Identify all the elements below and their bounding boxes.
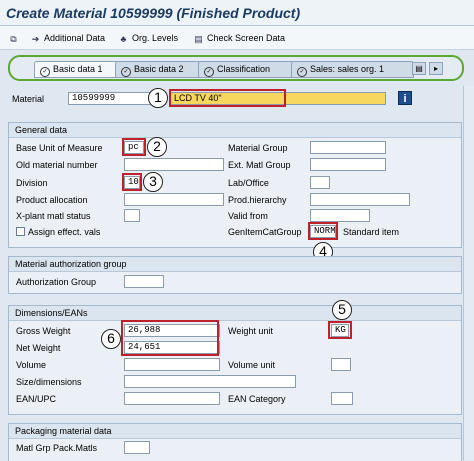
matl-grp-pack-label: Matl Grp Pack.Matls [16,443,98,453]
vertical-scrollbar[interactable] [463,86,474,460]
gross-weight-label: Gross Weight [16,326,71,336]
tab-list-icon: ▤ [415,64,423,73]
net-weight-label: Net Weight [16,343,61,353]
display-change-button[interactable]: ⧉ [8,32,22,44]
volume-label: Volume [16,360,47,370]
group-header: Material authorization group [9,257,461,272]
authorization-group-label: Authorization Group [16,277,97,287]
info-icon[interactable]: i [398,91,412,105]
product-allocation-field[interactable] [124,193,224,206]
callout-1: 1 [148,88,168,108]
weight-unit-label: Weight unit [228,326,273,336]
lab-office-label: Lab/Office [228,178,269,188]
highlight-box [169,89,286,107]
group-header-title: Packaging material data [15,426,112,436]
division-label: Division [16,178,48,188]
check-document-icon: ▤ [194,34,203,44]
volume-unit-label: Volume unit [228,360,276,370]
group-header: Packaging material data [9,424,461,439]
ean-upc-label: EAN/UPC [16,394,57,404]
title-bar: Create Material 10599999 (Finished Produ… [0,0,474,26]
old-material-field[interactable] [124,158,224,171]
group-header: Dimensions/EANs [9,306,461,321]
ean-upc-field[interactable] [124,392,220,405]
display-change-icon: ⧉ [10,34,17,44]
xplant-status-field[interactable] [124,209,140,222]
tab-list-button[interactable]: ▤ [412,62,426,75]
highlight-box [328,321,352,339]
highlight-box [308,222,338,240]
material-group-field[interactable] [310,141,386,154]
group-header-title: Dimensions/EANs [15,308,88,318]
tab-label: Basic data 1 [53,64,103,74]
size-dimensions-field[interactable] [124,375,296,388]
check-screen-data-label: Check Screen Data [207,33,286,43]
authorization-group: Material authorization group [8,256,462,294]
tab-strip: ✓ Basic data 1 ✓ Basic data 2 ✓ Classificat… [8,55,464,81]
toolbar: ⧉ ➔ Additional Data ♣ Org. Levels ▤ Check S… [0,26,474,50]
tab-scroll-button[interactable]: ▸ [429,62,443,75]
valid-from-label: Valid from [228,211,268,221]
tab-basic-data-2[interactable]: ✓ Basic data 2 [115,61,202,78]
xplant-status-label: X-plant matl status [16,211,91,221]
volume-field[interactable] [124,358,220,371]
group-header: General data [9,123,461,138]
product-allocation-label: Product allocation [16,195,88,205]
tab-sales-org-1[interactable]: ✓ Sales: sales org. 1 [291,61,414,78]
group-header-title: General data [15,125,68,135]
tab-label: Classification [217,64,271,74]
chevron-right-icon: ▸ [433,64,438,73]
tab-status-icon: ✓ [121,67,131,77]
lab-office-field[interactable] [310,176,330,189]
tab-status-icon: ✓ [297,67,307,77]
group-header-title: Material authorization group [15,259,127,269]
highlight-box [122,138,146,156]
volume-unit-field[interactable] [331,358,351,371]
tab-classification[interactable]: ✓ Classification [198,61,295,78]
tab-status-icon: ✓ [204,67,214,77]
assign-effect-label: Assign effect. vals [28,227,101,237]
arrow-right-icon: ➔ [31,34,40,44]
check-screen-data-button[interactable]: ▤ Check Screen Data [193,32,285,44]
highlight-box [122,173,142,191]
old-material-label: Old material number [16,160,98,170]
prod-hierarchy-label: Prod.hierarchy [228,195,287,205]
tab-label: Basic data 2 [134,64,184,74]
callout-2: 2 [147,137,167,157]
base-uom-label: Base Unit of Measure [16,143,103,153]
org-levels-button[interactable]: ♣ Org. Levels [118,32,178,44]
additional-data-label: Additional Data [44,33,106,43]
gen-item-cat-label: GenItemCatGroup [228,227,302,237]
ean-category-field[interactable] [331,392,353,405]
page-title: Create Material 10599999 (Finished Produ… [6,5,301,21]
tab-basic-data-1[interactable]: ✓ Basic data 1 [34,61,119,78]
prod-hierarchy-field[interactable] [310,193,410,206]
packaging-material-group: Packaging material data [8,423,462,461]
additional-data-button[interactable]: ➔ Additional Data [30,32,105,44]
ext-matl-group-field[interactable] [310,158,386,171]
matl-grp-pack-field[interactable] [124,441,150,454]
valid-from-field[interactable] [310,209,370,222]
tab-status-icon: ✓ [40,67,50,77]
ext-matl-group-label: Ext. Matl Group [228,160,291,170]
tab-label: Sales: sales org. 1 [310,64,385,74]
gen-item-cat-description: Standard item [343,227,400,237]
size-dimensions-label: Size/dimensions [16,377,82,387]
org-tree-icon: ♣ [120,34,127,44]
callout-3: 3 [143,172,163,192]
material-group-label: Material Group [228,143,288,153]
callout-6: 6 [101,329,121,349]
material-label: Material [12,94,45,104]
assign-effect-checkbox[interactable] [16,227,25,236]
org-levels-label: Org. Levels [132,33,179,43]
callout-5: 5 [332,300,352,320]
highlight-box [121,320,219,356]
ean-category-label: EAN Category [228,394,286,404]
authorization-group-field[interactable] [124,275,164,288]
